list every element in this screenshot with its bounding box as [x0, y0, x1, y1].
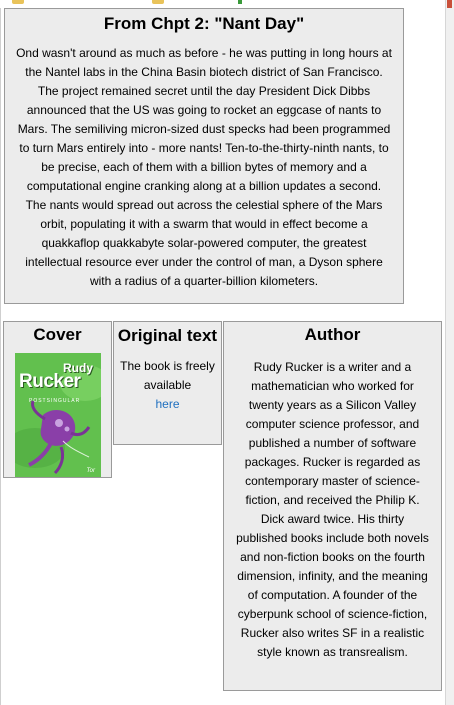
folder-icon [12, 0, 24, 4]
bookmark-icon [238, 0, 242, 4]
excerpt-body: Ond wasn't around as much as before - he… [16, 46, 392, 288]
cover-publisher-logo: Tor [86, 468, 95, 474]
original-text-panel: Original text The book is freely availab… [113, 321, 222, 445]
scrollbar-thumb[interactable] [447, 0, 452, 8]
cover-author-last: Rucker [19, 371, 81, 392]
author-heading: Author [304, 325, 361, 344]
original-heading: Original text [117, 326, 218, 345]
original-text-link[interactable]: here [155, 395, 179, 414]
bookmarks-bar-fragment [0, 0, 454, 8]
author-panel: Author Rudy Rucker is a writer and a mat… [223, 321, 442, 691]
excerpt-title: From Chpt 2: "Nant Day" [103, 14, 305, 33]
cover-panel: Cover Rudy Rucker POSTSINGULAR Tor [3, 321, 112, 478]
original-description: The book is freely available here [118, 357, 217, 414]
vertical-scrollbar[interactable] [445, 0, 454, 705]
excerpt-box: From Chpt 2: "Nant Day" Ond wasn't aroun… [4, 8, 404, 304]
original-text-label: The book is freely available [120, 359, 215, 392]
folder-icon [152, 0, 164, 4]
cover-subtitle: POSTSINGULAR [29, 398, 81, 404]
book-cover-image[interactable]: Rudy Rucker POSTSINGULAR Tor [15, 353, 101, 477]
author-bio: Rudy Rucker is a writer and a mathematic… [236, 360, 429, 659]
cover-heading: Cover [33, 325, 82, 344]
page-left-edge [0, 0, 1, 705]
